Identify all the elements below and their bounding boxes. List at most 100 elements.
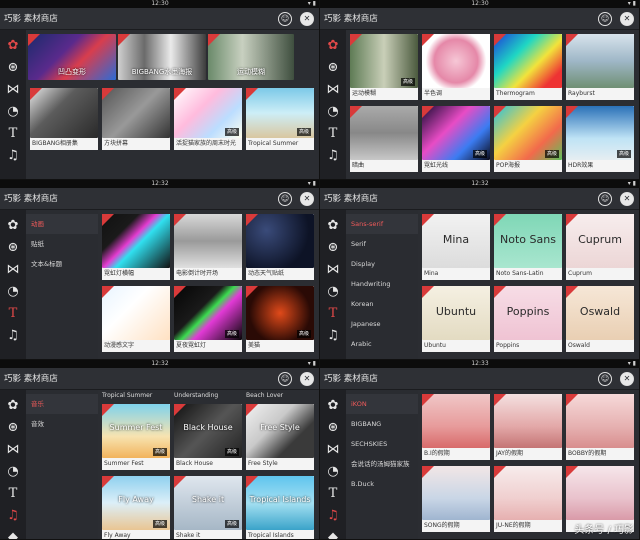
- gear-icon[interactable]: ✿: [3, 36, 23, 56]
- sticker-icon[interactable]: ◔: [3, 102, 23, 122]
- asset-tile[interactable]: Oswald Oswald: [566, 286, 634, 352]
- asset-tile[interactable]: 高级 活捉猫家族的周末时光: [174, 88, 242, 150]
- asset-tile[interactable]: 霓虹灯横幅: [102, 214, 170, 280]
- asset-tile[interactable]: JAY的假期: [494, 394, 562, 460]
- asset-tile[interactable]: 动漫感文字: [102, 286, 170, 352]
- user-icon[interactable]: ☺: [598, 372, 612, 386]
- asset-tile[interactable]: 电影倒计时开场: [174, 214, 242, 280]
- music-icon[interactable]: ♫: [3, 146, 23, 166]
- text-icon[interactable]: T: [3, 304, 23, 324]
- effects-icon[interactable]: ⊛: [323, 58, 343, 78]
- asset-tile[interactable]: 高级 夏夜霓虹灯: [174, 286, 242, 352]
- subcategory-item[interactable]: BIGBANG: [346, 414, 418, 434]
- close-icon[interactable]: ✕: [300, 372, 314, 386]
- text-icon[interactable]: T: [323, 304, 343, 324]
- asset-tile[interactable]: Tropical Islands Tropical Islands: [246, 476, 314, 539]
- sticker-icon[interactable]: ◔: [3, 462, 23, 482]
- asset-tile[interactable]: 半色调: [422, 34, 490, 100]
- bowtie-icon[interactable]: ⋈: [323, 440, 343, 460]
- user-icon[interactable]: ☺: [278, 372, 292, 386]
- music-icon[interactable]: ♫: [3, 506, 23, 526]
- music-icon[interactable]: ♫: [323, 326, 343, 346]
- subcategory-item[interactable]: B.Duck: [346, 474, 418, 494]
- asset-tile[interactable]: B.I的假期: [422, 394, 490, 460]
- text-icon[interactable]: T: [323, 484, 343, 504]
- bowtie-icon[interactable]: ⋈: [323, 80, 343, 100]
- subcategory-item[interactable]: Korean: [346, 294, 418, 314]
- gear-icon[interactable]: ✿: [323, 396, 343, 416]
- text-icon[interactable]: T: [3, 124, 23, 144]
- asset-tile[interactable]: Free Style Free Style: [246, 404, 314, 470]
- music-icon[interactable]: ♫: [3, 326, 23, 346]
- asset-tile[interactable]: 高级 霓虹光线: [422, 106, 490, 172]
- close-icon[interactable]: ✕: [620, 372, 634, 386]
- subcategory-item[interactable]: 动画: [26, 214, 98, 234]
- gear-icon[interactable]: ✿: [323, 36, 343, 56]
- sticker-icon[interactable]: ◔: [323, 102, 343, 122]
- text-icon[interactable]: T: [323, 124, 343, 144]
- asset-tile[interactable]: Cuprum Cuprum: [566, 214, 634, 280]
- diamond-icon[interactable]: ◆: [323, 528, 343, 539]
- gear-icon[interactable]: ✿: [3, 216, 23, 236]
- subcategory-item[interactable]: 贴纸: [26, 234, 98, 254]
- diamond-icon[interactable]: ◆: [3, 528, 23, 539]
- music-icon[interactable]: ♫: [323, 146, 343, 166]
- asset-tile[interactable]: 高级 美猫: [246, 286, 314, 352]
- subcategory-item[interactable]: 音乐: [26, 394, 98, 414]
- subcategory-item[interactable]: Display: [346, 254, 418, 274]
- asset-tile[interactable]: Ubuntu Ubuntu: [422, 286, 490, 352]
- asset-tile[interactable]: Rayburst: [566, 34, 634, 100]
- music-icon[interactable]: ♫: [323, 506, 343, 526]
- asset-tile[interactable]: BIGBANG水墨海报: [118, 34, 206, 80]
- subcategory-item[interactable]: Sans-serif: [346, 214, 418, 234]
- asset-tile[interactable]: Mina Mina: [422, 214, 490, 280]
- subcategory-item[interactable]: Arabic: [346, 334, 418, 354]
- asset-tile[interactable]: Thermogram: [494, 34, 562, 100]
- sticker-icon[interactable]: ◔: [323, 462, 343, 482]
- asset-tile[interactable]: BIGBANG相册集: [30, 88, 98, 150]
- asset-tile[interactable]: Summer Fest 高级 Summer Fest: [102, 404, 170, 470]
- asset-tile[interactable]: Black House 高级 Black House: [174, 404, 242, 470]
- user-icon[interactable]: ☺: [278, 192, 292, 206]
- effects-icon[interactable]: ⊛: [3, 418, 23, 438]
- subcategory-item[interactable]: SECHSKIES: [346, 434, 418, 454]
- bowtie-icon[interactable]: ⋈: [3, 260, 23, 280]
- asset-tile[interactable]: 方块拼幕: [102, 88, 170, 150]
- effects-icon[interactable]: ⊛: [323, 238, 343, 258]
- user-icon[interactable]: ☺: [278, 12, 292, 26]
- asset-tile[interactable]: JU-NE的假期: [494, 466, 562, 532]
- gear-icon[interactable]: ✿: [3, 396, 23, 416]
- asset-tile[interactable]: BOBBY的假期: [566, 394, 634, 460]
- close-icon[interactable]: ✕: [620, 12, 634, 26]
- effects-icon[interactable]: ⊛: [3, 238, 23, 258]
- asset-tile[interactable]: 高级 HDR效果: [566, 106, 634, 172]
- subcategory-item[interactable]: 会说话的汤姆猫家族: [346, 454, 418, 474]
- bowtie-icon[interactable]: ⋈: [3, 80, 23, 100]
- asset-tile[interactable]: 暗曲: [350, 106, 418, 172]
- effects-icon[interactable]: ⊛: [3, 58, 23, 78]
- sticker-icon[interactable]: ◔: [3, 282, 23, 302]
- subcategory-item[interactable]: iKON: [346, 394, 418, 414]
- asset-tile[interactable]: SONG的假期: [422, 466, 490, 532]
- subcategory-item[interactable]: 音效: [26, 414, 98, 434]
- bowtie-icon[interactable]: ⋈: [323, 260, 343, 280]
- asset-tile[interactable]: 凹凸变形: [28, 34, 116, 80]
- subcategory-item[interactable]: Serif: [346, 234, 418, 254]
- text-icon[interactable]: T: [3, 484, 23, 504]
- asset-tile[interactable]: 运动模糊: [208, 34, 294, 80]
- user-icon[interactable]: ☺: [598, 192, 612, 206]
- asset-tile[interactable]: Shake it 高级 Shake it: [174, 476, 242, 539]
- subcategory-item[interactable]: Japanese: [346, 314, 418, 334]
- gear-icon[interactable]: ✿: [323, 216, 343, 236]
- subcategory-item[interactable]: 文本&标题: [26, 254, 98, 274]
- sticker-icon[interactable]: ◔: [323, 282, 343, 302]
- subcategory-item[interactable]: Handwriting: [346, 274, 418, 294]
- asset-tile[interactable]: Poppins Poppins: [494, 286, 562, 352]
- asset-tile[interactable]: 高级 POP海报: [494, 106, 562, 172]
- asset-tile[interactable]: Noto Sans Noto Sans-Latin: [494, 214, 562, 280]
- close-icon[interactable]: ✕: [300, 12, 314, 26]
- close-icon[interactable]: ✕: [620, 192, 634, 206]
- effects-icon[interactable]: ⊛: [323, 418, 343, 438]
- asset-tile[interactable]: Fly Away 高级 Fly Away: [102, 476, 170, 539]
- close-icon[interactable]: ✕: [300, 192, 314, 206]
